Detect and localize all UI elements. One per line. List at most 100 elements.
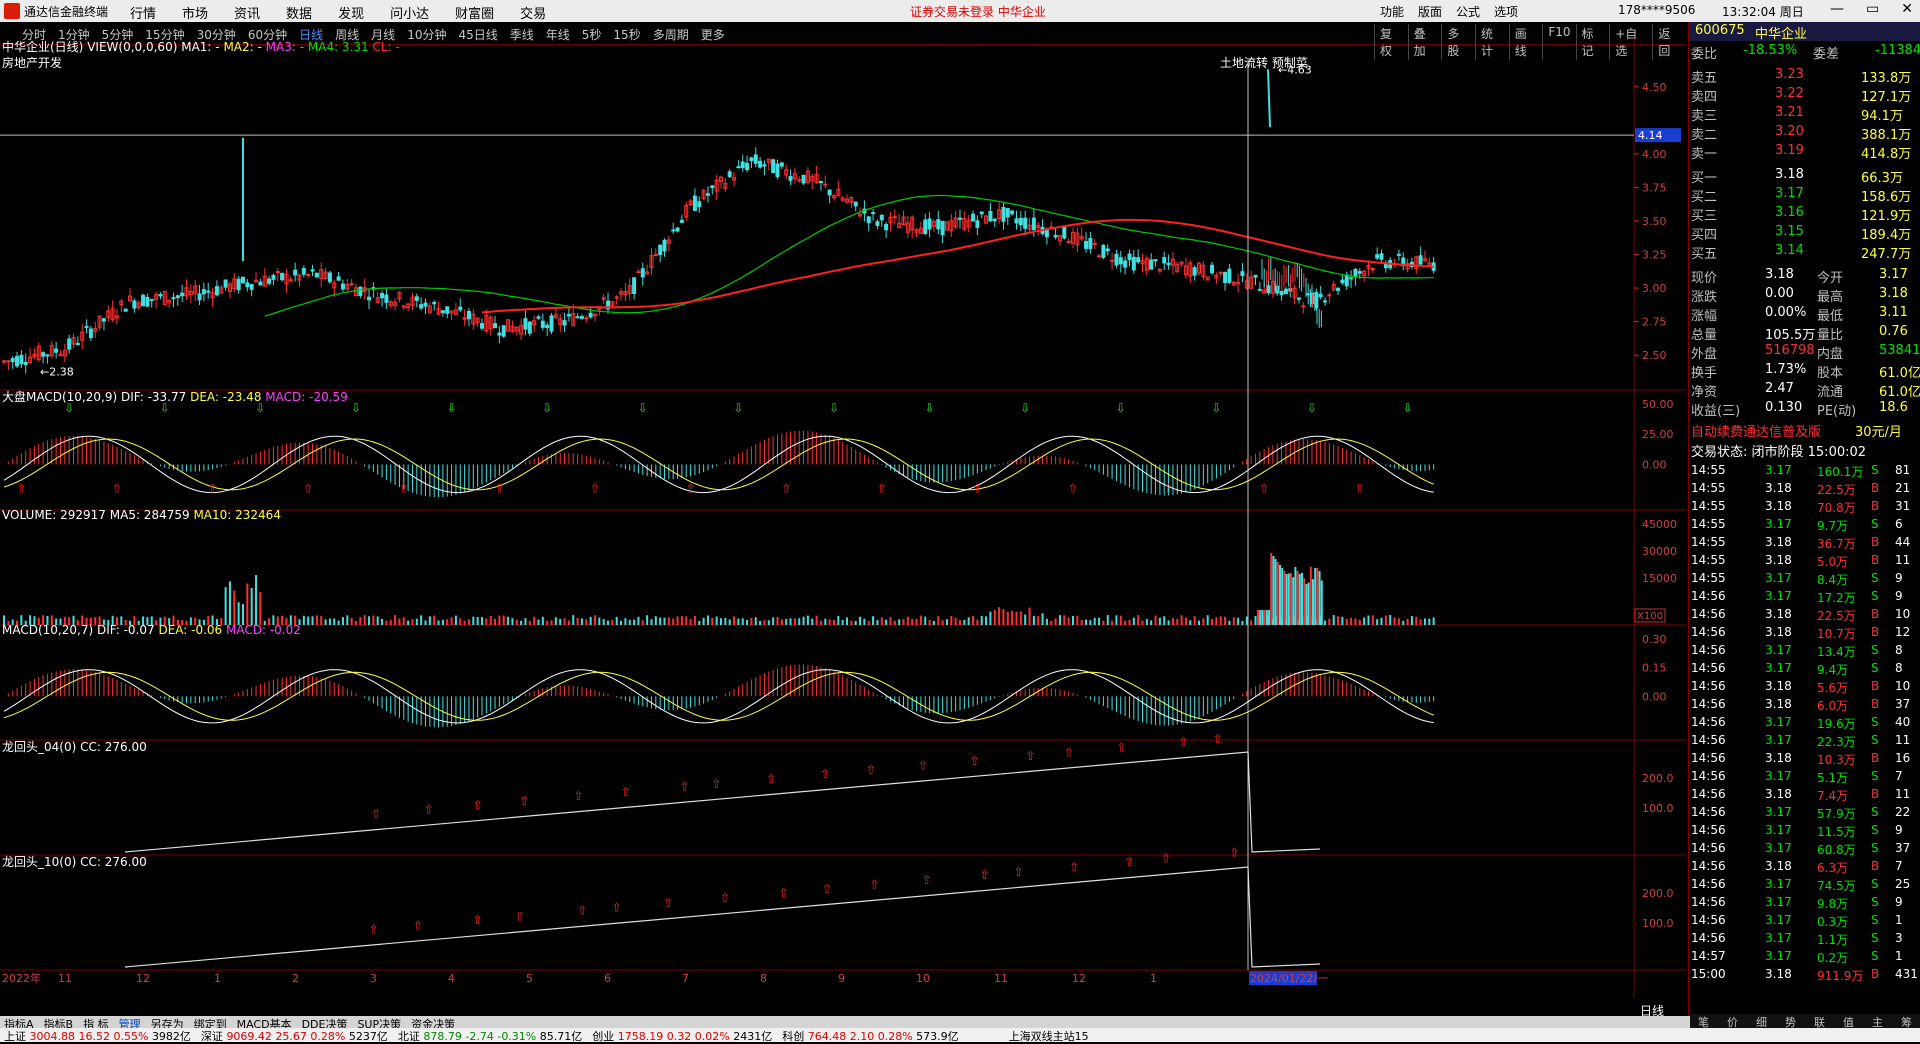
menu-xuanxiang[interactable]: 选项 <box>1494 3 1518 20</box>
volume-title: VOLUME: 292917 <box>2 508 106 522</box>
stat-row[interactable]: 换手 1.73% 股本 61.0亿 <box>1689 361 1920 381</box>
quote-header[interactable]: 600675 中华企业 <box>1689 22 1920 42</box>
menu-banmian[interactable]: 版面 <box>1418 3 1442 20</box>
candle-body <box>419 304 424 309</box>
bid-price: 3.15 <box>1775 224 1804 239</box>
tick-cell: 14:55 <box>1691 571 1726 585</box>
lht10-signal-arrow: ⇧ <box>612 901 622 915</box>
stat-row[interactable]: 现价 3.18 今开 3.17 <box>1689 266 1920 286</box>
menu-shuju[interactable]: 数据 <box>286 3 312 22</box>
menu-jiaoyi[interactable]: 交易 <box>520 3 546 22</box>
weibi-row[interactable]: 委比 -18.53% 委差 -11384 <box>1689 42 1920 62</box>
server-label[interactable]: 上海双线主站15 <box>1009 1028 1089 1043</box>
menu-caifuquan[interactable]: 财富圈 <box>455 3 494 22</box>
stat-value: 538412 <box>1879 343 1920 358</box>
bid-row[interactable]: 买五 3.14 247.7万 <box>1689 242 1920 262</box>
candle-body <box>149 298 154 301</box>
index-field: 深证 <box>200 1030 227 1043</box>
ask-row[interactable]: 卖五 3.23 133.8万 <box>1689 66 1920 86</box>
quote-tab-6[interactable]: 主 <box>1872 1014 1883 1029</box>
ask-row[interactable]: 卖一 3.19 414.8万 <box>1689 142 1920 162</box>
lht10-signal-arrow: ⇧ <box>869 878 879 892</box>
stat-row[interactable]: 净资 2.47 流通 61.0亿 <box>1689 380 1920 400</box>
ma4-value: MA4: 3.31 <box>307 40 369 54</box>
quote-tab-0[interactable]: 笔 <box>1698 1014 1709 1029</box>
macd2-dif: DIF: -0.07 <box>96 623 155 637</box>
quote-tab-1[interactable]: 价 <box>1727 1014 1738 1029</box>
menu-gongneng[interactable]: 功能 <box>1380 3 1404 20</box>
candle-body <box>10 358 15 362</box>
menu-gongshi[interactable]: 公式 <box>1456 3 1480 20</box>
ask-price: 3.23 <box>1775 67 1804 82</box>
macd-signal-arrow: ⇧ <box>1164 481 1174 495</box>
index-field: -0.31% <box>497 1030 540 1043</box>
tick-row: 15:00 3.18 911.9万 B 431 <box>1689 966 1920 984</box>
index-quote-4[interactable]: 科创 764.48 2.10 0.28% 573.9亿 <box>782 1028 959 1043</box>
ask-row[interactable]: 卖四 3.22 127.1万 <box>1689 85 1920 105</box>
candle-body <box>327 272 332 283</box>
index-field: 573.9亿 <box>916 1030 959 1043</box>
candle-body <box>1418 255 1423 265</box>
menu-hangqing[interactable]: 行情 <box>130 3 156 22</box>
stat-label: 净资 <box>1691 385 1718 400</box>
recent-spike <box>1267 69 1271 128</box>
macd-signal-arrow: ⇧ <box>781 481 791 495</box>
candle-body <box>275 271 280 274</box>
quote-tab-2[interactable]: 细 <box>1756 1014 1767 1029</box>
tick-cell: 3.18 <box>1765 679 1792 693</box>
minimize-icon[interactable]: — <box>1830 1 1844 17</box>
quote-tab-7[interactable]: 筹 <box>1901 1014 1912 1029</box>
candle-body <box>958 217 962 220</box>
candle-body <box>1018 217 1023 226</box>
macd-signal-arrow: ⇧ <box>303 481 313 495</box>
macd2-tick-label: 0.00 <box>1642 690 1667 703</box>
tick-cell: B <box>1871 553 1880 567</box>
bid-row[interactable]: 买四 3.15 189.4万 <box>1689 223 1920 243</box>
ask-row[interactable]: 卖二 3.20 388.1万 <box>1689 123 1920 143</box>
tick-cell: 3.18 <box>1765 859 1792 873</box>
stat-row[interactable]: 总量 105.5万 量比 0.76 <box>1689 323 1920 343</box>
candle-body <box>249 283 254 290</box>
index-quote-0[interactable]: 上证 3004.88 16.52 0.55% 3982亿 <box>4 1028 191 1043</box>
index-quote-3[interactable]: 创业 1758.19 0.32 0.02% 2431亿 <box>592 1028 772 1043</box>
candle-body <box>458 306 463 311</box>
candle-body <box>1153 259 1158 262</box>
macd-signal-arrow: ⇧ <box>494 481 504 495</box>
quote-tab-5[interactable]: 值 <box>1843 1014 1854 1029</box>
ad-row[interactable]: 自动续费通达信普及版 30元/月 <box>1689 420 1920 440</box>
tick-cell: 7 <box>1895 859 1903 873</box>
trade-status-row[interactable]: 交易状态: 闭市阶段 15:00:02 <box>1689 440 1920 460</box>
tick-cell: 3.17 <box>1765 463 1792 477</box>
bid-row[interactable]: 买三 3.16 121.9万 <box>1689 204 1920 224</box>
stat-row[interactable]: 收益(三) 0.130 PE(动) 18.6 <box>1689 399 1920 419</box>
stat-row[interactable]: 涨跌 0.00 最高 3.18 <box>1689 285 1920 305</box>
tick-cell: 3.17 <box>1765 823 1792 837</box>
menu-shichang[interactable]: 市场 <box>182 3 208 22</box>
menu-wenxiaoda[interactable]: 问小达 <box>390 3 429 22</box>
bid-row[interactable]: 买一 3.18 66.3万 <box>1689 166 1920 186</box>
tick-cell: S <box>1871 733 1879 747</box>
stat-row[interactable]: 涨幅 0.00% 最低 3.11 <box>1689 304 1920 324</box>
kline-chart-area[interactable]: 4.504.003.753.503.253.002.752.504.14←4.6… <box>0 38 1686 1016</box>
close-icon[interactable]: ✕ <box>1901 1 1913 17</box>
user-id[interactable]: 178****9506 <box>1618 3 1695 17</box>
index-quote-1[interactable]: 深证 9069.42 25.67 0.28% 5237亿 <box>200 1028 388 1043</box>
quote-tab-3[interactable]: 势 <box>1785 1014 1796 1029</box>
candle-body <box>566 314 571 317</box>
macd-dif: DIF: -33.77 <box>120 390 187 404</box>
menu-faxian[interactable]: 发现 <box>338 3 364 22</box>
maximize-icon[interactable]: ▭ <box>1866 1 1879 17</box>
quote-tab-4[interactable]: 联 <box>1814 1014 1825 1029</box>
lht4-tick-label: 100.0 <box>1642 802 1674 815</box>
bid-row[interactable]: 买二 3.17 158.6万 <box>1689 185 1920 205</box>
stat-row[interactable]: 外盘 516798内盘 538412 <box>1689 342 1920 362</box>
login-notice[interactable]: 证券交易未登录 中华企业 <box>910 3 1046 20</box>
candle-body <box>41 352 46 357</box>
menu-zixun[interactable]: 资讯 <box>234 3 260 22</box>
concept-label: 土地流转 预制菜 <box>1220 56 1308 70</box>
candle-body <box>971 213 976 222</box>
ask-row[interactable]: 卖三 3.21 94.1万 <box>1689 104 1920 124</box>
stat-label: 总量 <box>1691 328 1718 343</box>
index-quote-2[interactable]: 北证 878.79 -2.74 -0.31% 85.71亿 <box>398 1028 582 1043</box>
candle-body <box>1336 287 1341 291</box>
